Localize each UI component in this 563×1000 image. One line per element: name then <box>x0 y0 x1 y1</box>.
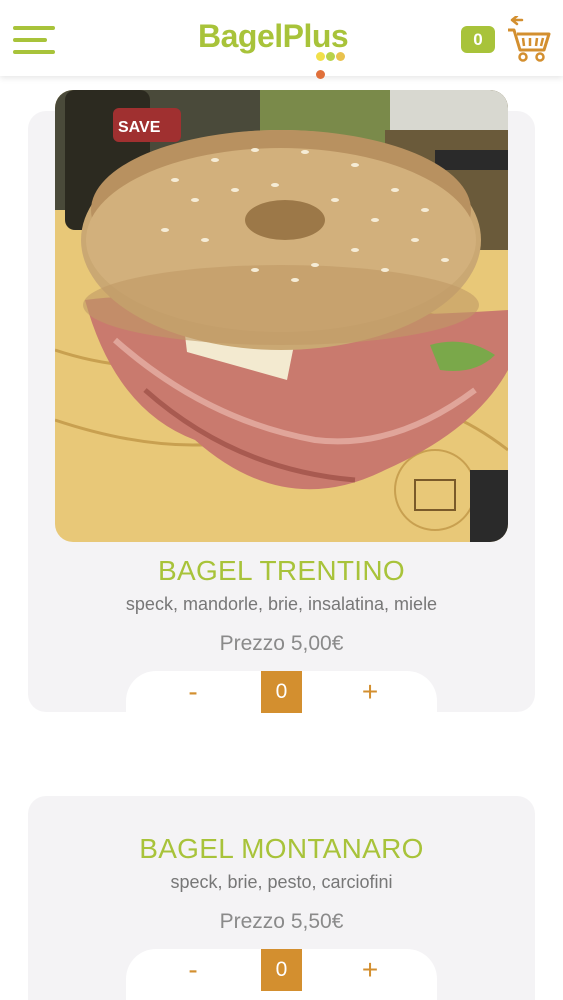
product-photo: SAVE <box>55 90 508 542</box>
quantity-stepper: - 0 + <box>126 671 437 731</box>
svg-text:SAVE: SAVE <box>118 119 161 136</box>
product-title: BAGEL TRENTINO <box>158 555 405 586</box>
quantity-value: 0 <box>261 671 302 713</box>
brand-logo[interactable]: BagelPlus <box>198 18 349 79</box>
product-price: Prezzo 5,50€ <box>219 910 344 933</box>
quantity-value: 0 <box>261 949 302 991</box>
shopping-cart-icon[interactable] <box>506 14 552 64</box>
product-title: BAGEL MONTANARO <box>139 833 424 864</box>
product-ingredients: speck, mandorle, brie, insalatina, miele <box>125 594 438 614</box>
logo-dots-decoration <box>316 48 348 84</box>
increase-quantity-button[interactable]: + <box>350 950 390 990</box>
increase-quantity-button[interactable]: + <box>350 672 390 712</box>
product-ingredients: speck, brie, pesto, carciofini <box>170 872 393 892</box>
product-price: Prezzo 5,00€ <box>219 632 344 655</box>
decrease-quantity-button[interactable]: - <box>173 950 213 990</box>
hamburger-menu-icon[interactable] <box>13 26 55 56</box>
cart-count-badge: 0 <box>461 26 495 53</box>
quantity-stepper: - 0 + <box>126 949 437 1000</box>
app-header: BagelPlus 0 <box>0 0 563 79</box>
decrease-quantity-button[interactable]: - <box>173 672 213 712</box>
